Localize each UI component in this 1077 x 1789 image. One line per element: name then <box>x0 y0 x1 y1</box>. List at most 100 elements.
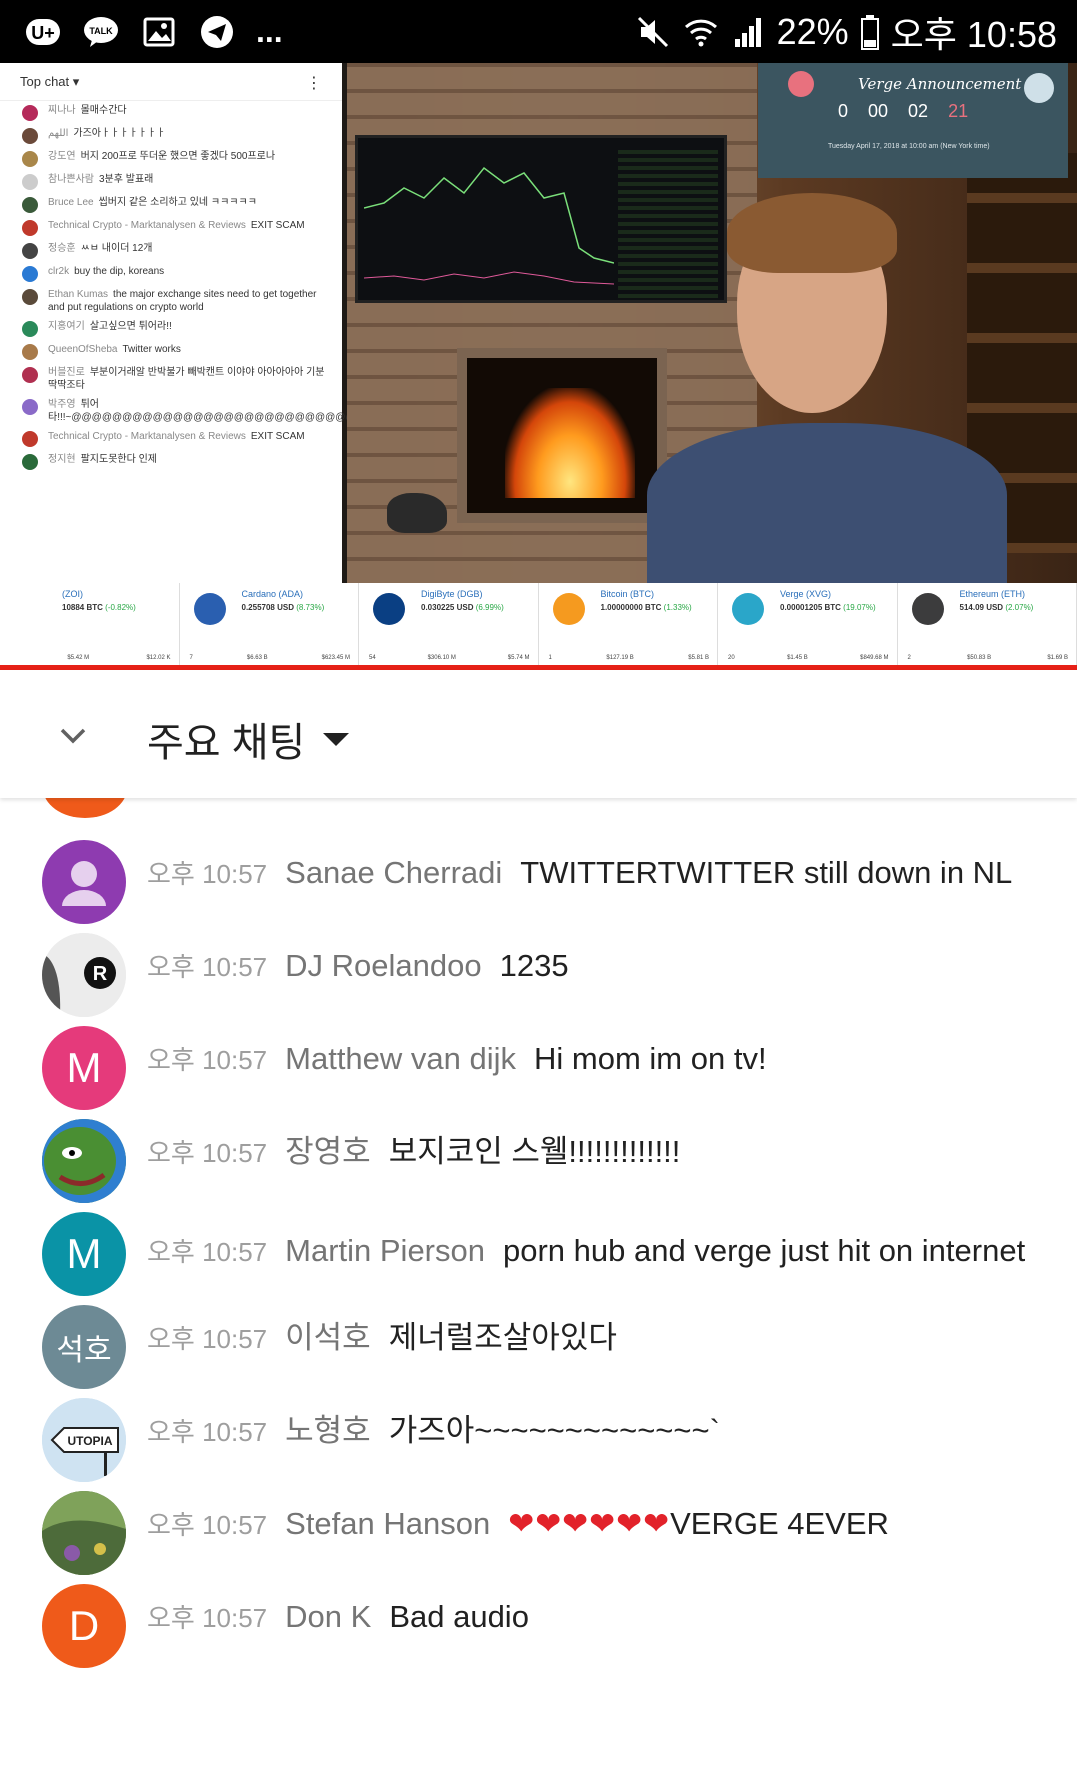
embedded-chat-row: 찌나나 몰매수간다 <box>0 101 342 124</box>
author-avatar[interactable]: D <box>42 1584 126 1668</box>
countdown: 0 00 02 21 <box>838 101 969 121</box>
coin-price: 10884 BTC (-0.82%) <box>62 603 136 612</box>
embedded-chat-message: 부분이거래알 반박불가 빼박캔트 이야야 아아아아아 기분 딱딱조타 <box>48 367 325 391</box>
author-avatar[interactable] <box>42 1119 126 1203</box>
mute-icon <box>637 16 668 47</box>
avatar-letter: 석호 <box>56 1334 112 1367</box>
author-name[interactable]: 노형호 <box>285 1413 371 1448</box>
embedded-chat-message: 3분후 발표래 <box>99 174 154 185</box>
partial-avatar <box>43 798 127 818</box>
embedded-chat-text: 참나쁜사람 3분후 발표래 <box>48 173 153 186</box>
embedded-chat-message: 튀어 타!!!~@@@@@@@@@@@@@@@@@@@@@@@@@@@@@@ <box>48 399 376 423</box>
message-timestamp: 오후 10:57 <box>147 1417 268 1447</box>
embedded-chat-avatar <box>22 197 38 213</box>
embedded-chat-avatar <box>22 220 38 236</box>
message-content: 오후 10:57 Martin Pierson porn hub and verge… <box>147 1229 1057 1274</box>
embedded-chat-message: ㅆㅂ 내이더 12개 <box>80 243 153 254</box>
coin-name: Bitcoin (BTC) <box>600 589 655 599</box>
embedded-chat-avatar <box>22 321 38 337</box>
embedded-chat-avatar <box>22 243 38 259</box>
chat-message-list[interactable]: 오후 10:57 Sanae Cherradi TWITTERTWITTER sti… <box>0 798 1077 1789</box>
embedded-chat-row: clr2k buy the dip, koreans <box>0 262 342 285</box>
author-avatar[interactable]: M <box>42 1212 126 1296</box>
author-avatar[interactable] <box>42 840 126 924</box>
embedded-chat-avatar <box>22 367 38 383</box>
coin-logo-icon <box>14 593 46 625</box>
embedded-chat-author: 참나쁜사람 <box>48 174 94 185</box>
embedded-chat-message: 버지 200프로 뚜더운 했으면 좋겠다 500프로나 <box>80 151 276 162</box>
coin-stats: 54 $306.10 M $5.74 M <box>369 655 530 661</box>
message-timestamp: 오후 10:57 <box>147 1324 268 1354</box>
pepe-image <box>42 1119 126 1203</box>
embedded-chat-author: 찌나나 <box>48 105 76 116</box>
chat-mode-dropdown[interactable]: 주요 채팅 <box>147 710 350 768</box>
live-chat-header: 주요 채팅 <box>0 670 1077 798</box>
embedded-chat-avatar <box>22 431 38 447</box>
message-content: 오후 10:57 이석호 제너럴조살아있다 <box>147 1316 1057 1361</box>
message-content: 오후 10:57 DJ Roelandoo 1235 <box>147 944 1057 989</box>
embedded-chat-row: 정승훈 ㅆㅂ 내이더 12개 <box>0 239 342 262</box>
embedded-chat-row: Technical Crypto - Marktanalysen & Revie… <box>0 216 342 239</box>
author-name[interactable]: Sanae Cherradi <box>285 855 502 890</box>
stream-scene: Verge Announcement 0 00 02 21 Tuesday Ap… <box>347 63 1077 583</box>
coin-name: DigiByte (DGB) <box>421 589 483 599</box>
message-content: 오후 10:57 Stefan Hanson ❤❤❤❤❤❤VERGE 4EVER <box>147 1502 1057 1547</box>
embedded-chat-header: Top chat ▾ ⋮ <box>0 63 342 101</box>
embedded-chat-text: Technical Crypto - Marktanalysen & Revie… <box>48 430 305 443</box>
message-content: 오후 10:57 장영호 보지코인 스웰!!!!!!!!!!!!! <box>147 1130 1057 1175</box>
author-avatar[interactable]: R <box>42 933 126 1017</box>
embedded-chat-text: 박주영 튀어 타!!!~@@@@@@@@@@@@@@@@@@@@@@@@@@@@@… <box>48 398 376 424</box>
coin-price: 514.09 USD (2.07%) <box>959 603 1034 612</box>
message-timestamp: 오후 10:57 <box>147 1603 268 1633</box>
more-vert-icon: ⋮ <box>306 75 322 92</box>
embedded-chat-text: Technical Crypto - Marktanalysen & Revie… <box>48 219 305 232</box>
author-name[interactable]: Don K <box>285 1599 371 1634</box>
embedded-chat-row: QueenOfSheba Twitter works <box>0 340 342 363</box>
author-name[interactable]: Martin Pierson <box>285 1233 485 1268</box>
embedded-chat-message: 씹버지 같은 소리하고 있네 ㅋㅋㅋㅋㅋ <box>98 197 257 208</box>
author-avatar[interactable]: UTOPIA <box>42 1398 126 1482</box>
wifi-icon <box>684 19 717 46</box>
embedded-chat-row: Bruce Lee 씹버지 같은 소리하고 있네 ㅋㅋㅋㅋㅋ <box>0 193 342 216</box>
embedded-chat-text: 찌나나 몰매수간다 <box>48 104 127 117</box>
embedded-chat-message: 팔지도못한다 인제 <box>80 454 157 465</box>
author-avatar[interactable]: 석호 <box>42 1305 126 1389</box>
embedded-chat-author: Technical Crypto - Marktanalysen & Revie… <box>48 220 246 231</box>
coin-stats: $5.42 M $12.02 K <box>67 655 171 661</box>
chevron-down-icon[interactable] <box>56 718 90 752</box>
author-name[interactable]: 장영호 <box>285 1134 371 1169</box>
rocket-icon <box>788 71 814 97</box>
message-text: 보지코인 스웰!!!!!!!!!!!!! <box>388 1134 681 1169</box>
embedded-chat-text: 강도연 버지 200프로 뚜더운 했으면 좋겠다 500프로나 <box>48 150 275 163</box>
roelandoo-logo: R <box>42 933 126 1017</box>
author-avatar[interactable]: M <box>42 1026 126 1110</box>
message-text: TWITTERTWITTER still down in NL <box>520 855 1013 890</box>
author-name[interactable]: 이석호 <box>285 1320 371 1355</box>
author-avatar[interactable] <box>42 1491 126 1575</box>
price-chart-graphic <box>364 166 614 285</box>
moon-icon <box>1024 73 1054 103</box>
svg-text:U+: U+ <box>31 23 55 43</box>
ticker-item: (ZOI) 10884 BTC (-0.82%) $5.42 M $12.02 K <box>0 583 180 665</box>
crypto-ticker: (ZOI) 10884 BTC (-0.82%) $5.42 M $12.02 K Ca… <box>0 583 1077 665</box>
embedded-chat-avatar <box>22 174 38 190</box>
embedded-chat-text: 지홍여기 살고싶으면 튀어라!! <box>48 320 172 333</box>
embedded-chat-avatar <box>22 151 38 167</box>
embedded-chat-text: 정승훈 ㅆㅂ 내이더 12개 <box>48 242 153 255</box>
fireplace <box>457 348 667 523</box>
author-name[interactable]: Stefan Hanson <box>285 1506 490 1541</box>
embedded-chat-avatar <box>22 105 38 121</box>
author-name[interactable]: DJ Roelandoo <box>285 948 481 983</box>
embedded-chat-avatar <box>22 454 38 470</box>
embedded-chat-author: Technical Crypto - Marktanalysen & Revie… <box>48 431 246 442</box>
gallery-icon <box>140 13 178 51</box>
avatar-presenter <box>647 193 1007 583</box>
embedded-chat-message: 살고싶으면 튀어라!! <box>89 321 172 332</box>
message-text: Bad audio <box>389 1599 529 1634</box>
coin-logo-icon <box>552 593 585 625</box>
battery-icon <box>860 14 879 50</box>
author-name[interactable]: Matthew van dijk <box>285 1041 516 1076</box>
message-timestamp: 오후 10:57 <box>147 952 268 982</box>
coin-name: Cardano (ADA) <box>241 589 304 599</box>
video-player[interactable]: Top chat ▾ ⋮ 찌나나 몰매수간다 اللهم 가즈아ㅏㅏㅏㅏㅏㅏㅏ 강도연 버… <box>0 63 1077 665</box>
